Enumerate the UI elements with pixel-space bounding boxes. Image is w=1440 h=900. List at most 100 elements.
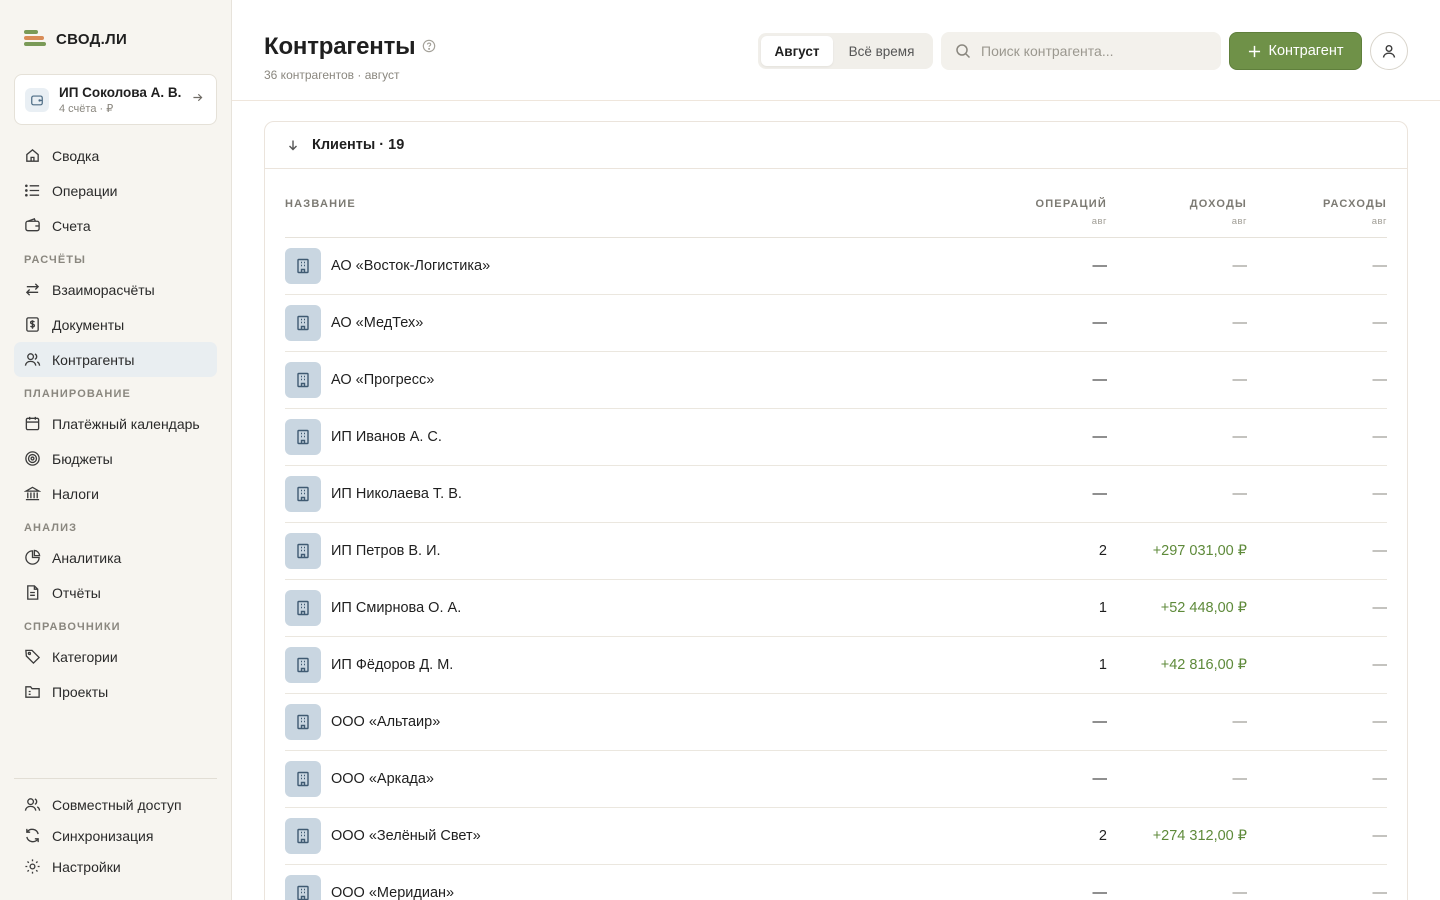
sidebar-item-label: Отчёты — [52, 584, 101, 601]
expense-value: — — [1372, 429, 1388, 445]
sidebar-item-counterparties[interactable]: Контрагенты — [14, 342, 217, 377]
folder-icon — [25, 686, 40, 698]
sidebar-item-categories[interactable]: Категории — [14, 639, 217, 674]
table-body: АО «Восток-Логистика» — — — АО «МедТех» — — — АО… — [285, 238, 1387, 900]
sidebar-item-label: Контрагенты — [52, 351, 135, 368]
income-value: — — [1232, 486, 1248, 502]
page-title: Контрагенты — [264, 33, 416, 60]
counterparty-name: ИП Фёдоров Д. М. — [331, 657, 454, 673]
column-subheader-expense: авг — [1371, 216, 1387, 227]
group-header[interactable]: Клиенты · 19 — [265, 122, 1407, 169]
sidebar-item-home[interactable]: Сводка — [14, 138, 217, 173]
building-icon — [285, 305, 321, 341]
column-header-income[interactable]: ДОХОДЫ — [1190, 198, 1247, 210]
sidebar-item-accounts[interactable]: Счета — [14, 208, 217, 243]
sidebar-item-reports[interactable]: Отчёты — [14, 575, 217, 610]
table-row[interactable]: ООО «Меридиан» — — — — [285, 865, 1387, 900]
expense-value: — — [1372, 714, 1388, 730]
account-name: ИП Соколова А. В. — [59, 84, 182, 100]
target-icon — [25, 451, 40, 466]
users-icon — [24, 798, 41, 811]
plus-icon — [1248, 45, 1260, 57]
sidebar-item-documents[interactable]: Документы — [14, 307, 217, 342]
counterparty-name: АО «Восток-Логистика» — [331, 258, 491, 274]
brand[interactable]: СВОД.ЛИ — [24, 30, 127, 48]
user-menu-button[interactable] — [1370, 32, 1408, 70]
sidebar: СВОД.ЛИ ИП Соколова А. В. 4 счёта · ₽ Св… — [0, 0, 232, 900]
expense-value: — — [1372, 885, 1388, 900]
sidebar-item-sharing[interactable]: Совместный доступ — [14, 789, 217, 820]
table-row[interactable]: ИП Фёдоров Д. М. 1 +42 816,00 ₽ — — [285, 637, 1387, 694]
sidebar-item-label: Сводка — [52, 147, 100, 164]
table-row[interactable]: АО «Восток-Логистика» — — — — [285, 238, 1387, 295]
sidebar-item-label: Взаиморасчёты — [52, 281, 155, 298]
table-row[interactable]: АО «МедТех» — — — — [285, 295, 1387, 352]
table-row[interactable]: ООО «Альтаир» — — — — [285, 694, 1387, 751]
period-all-time-button[interactable]: Всё время — [833, 36, 930, 66]
bottom-nav: Совместный доступ Синхронизация Настройк… — [14, 789, 217, 882]
table-header: НАЗВАНИЕ ОПЕРАЦИЙ авг ДОХОДЫ авг РАСХОДЫ… — [285, 192, 1387, 238]
table-row[interactable]: ООО «Аркада» — — — — [285, 751, 1387, 808]
users-icon — [24, 353, 41, 366]
building-icon — [285, 590, 321, 626]
search-input[interactable] — [981, 43, 1211, 59]
building-icon — [285, 761, 321, 797]
column-header-name[interactable]: НАЗВАНИЕ — [285, 198, 356, 210]
column-header-expense[interactable]: РАСХОДЫ — [1323, 198, 1387, 210]
counterparty-name: ООО «Альтаир» — [331, 714, 441, 730]
bank-icon — [24, 486, 41, 501]
sidebar-item-projects[interactable]: Проекты — [14, 674, 217, 709]
table-row[interactable]: ООО «Зелёный Свет» 2 +274 312,00 ₽ — — [285, 808, 1387, 865]
income-value: +42 816,00 ₽ — [1160, 657, 1247, 673]
counterparty-name: ООО «Меридиан» — [331, 885, 455, 900]
swap-icon — [25, 283, 40, 296]
wallet-icon — [25, 218, 40, 232]
expense-value: — — [1372, 258, 1388, 274]
building-icon — [285, 875, 321, 900]
table-row[interactable]: ИП Николаева Т. В. — — — — [285, 466, 1387, 523]
sidebar-item-settings[interactable]: Настройки — [14, 851, 217, 882]
counterparty-name: ИП Иванов А. С. — [331, 429, 442, 445]
expense-value: — — [1372, 600, 1388, 616]
sidebar-item-budgets[interactable]: Бюджеты — [14, 441, 217, 476]
sidebar-item-taxes[interactable]: Налоги — [14, 476, 217, 511]
building-icon — [285, 704, 321, 740]
sidebar-item-analytics[interactable]: Аналитика — [14, 540, 217, 575]
sidebar-item-operations[interactable]: Операции — [14, 173, 217, 208]
building-icon — [285, 818, 321, 854]
expense-value: — — [1372, 771, 1388, 787]
account-switcher[interactable]: ИП Соколова А. В. 4 счёта · ₽ — [14, 74, 217, 125]
counterparty-name: АО «Прогресс» — [331, 372, 435, 388]
table-row[interactable]: ИП Смирнова О. А. 1 +52 448,00 ₽ — — [285, 580, 1387, 637]
user-icon — [1382, 45, 1396, 58]
add-counterparty-button[interactable]: Контрагент — [1229, 32, 1362, 70]
building-icon — [285, 248, 321, 284]
income-value: — — [1232, 714, 1248, 730]
income-value: — — [1232, 372, 1248, 388]
sidebar-item-label: Категории — [52, 648, 118, 665]
operations-count: 1 — [1098, 600, 1107, 616]
counterparty-name: ИП Смирнова О. А. — [331, 600, 462, 616]
report-icon — [27, 585, 39, 600]
counterparty-name: АО «МедТех» — [331, 315, 424, 331]
sidebar-item-calendar[interactable]: Платёжный календарь — [14, 406, 217, 441]
help-icon[interactable] — [422, 39, 436, 58]
operations-count: — — [1092, 315, 1108, 331]
sidebar-item-label: Счета — [52, 217, 91, 234]
table-row[interactable]: ИП Иванов А. С. — — — — [285, 409, 1387, 466]
table-row[interactable]: АО «Прогресс» — — — — [285, 352, 1387, 409]
arrow-down-icon — [289, 140, 297, 151]
account-sub: 4 счёта · ₽ — [59, 102, 114, 115]
operations-count: — — [1092, 885, 1108, 900]
search-box — [941, 32, 1221, 70]
table-row[interactable]: ИП Петров В. И. 2 +297 031,00 ₽ — — [285, 523, 1387, 580]
operations-count: — — [1092, 771, 1108, 787]
sidebar-item-label: Совместный доступ — [52, 796, 182, 813]
page-header: Контрагенты 36 контрагентов · август Авг… — [232, 0, 1440, 101]
column-header-operations[interactable]: ОПЕРАЦИЙ — [1035, 198, 1107, 210]
sidebar-item-settlements[interactable]: Взаиморасчёты — [14, 272, 217, 307]
operations-count: — — [1092, 258, 1108, 274]
period-month-button[interactable]: Август — [761, 36, 833, 66]
operations-count: — — [1092, 486, 1108, 502]
sidebar-item-sync[interactable]: Синхронизация — [14, 820, 217, 851]
